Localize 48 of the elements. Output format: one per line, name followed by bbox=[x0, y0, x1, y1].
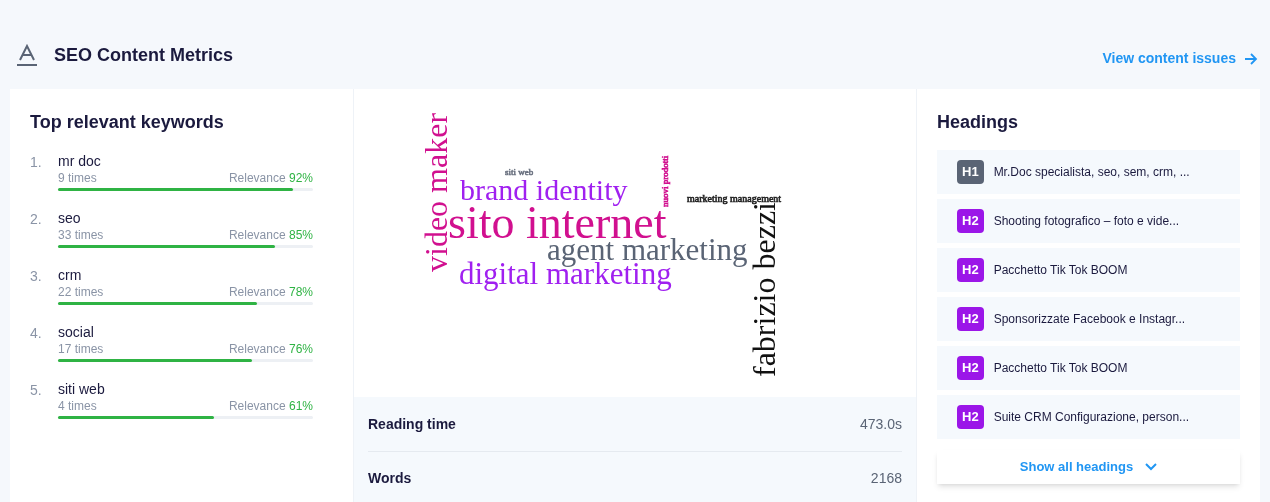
rank-number: 3. bbox=[30, 267, 43, 286]
page-title: SEO Content Metrics bbox=[54, 44, 234, 67]
keyword-text: siti web bbox=[58, 380, 106, 398]
cloud-word: fabrizio bezzi bbox=[746, 202, 782, 377]
occurrence-count: 33 times bbox=[58, 227, 104, 243]
keyword-text: social bbox=[58, 323, 95, 341]
heading-text: Mr.Doc specialista, seo, sem, crm, ... bbox=[993, 164, 1190, 181]
occurrence-count: 22 times bbox=[58, 284, 104, 300]
heading-tag: H2 bbox=[957, 258, 984, 282]
heading-tag: H2 bbox=[957, 356, 984, 380]
heading-text: Suite CRM Configurazione, person... bbox=[993, 409, 1190, 426]
chevron-down-icon bbox=[1145, 463, 1158, 471]
cloud-word: nuovi prodotti bbox=[660, 155, 670, 207]
card-title: Headings bbox=[937, 111, 1020, 134]
heading-text: Pacchetto Tik Tok BOOM bbox=[993, 360, 1128, 377]
show-all-button[interactable]: Show all headings bbox=[937, 450, 1240, 484]
heading-tag: H2 bbox=[957, 405, 984, 429]
relevance-text: Relevance 76% bbox=[228, 341, 313, 357]
cloud-word: marketing management bbox=[687, 193, 782, 204]
occurrence-count: 9 times bbox=[58, 170, 97, 186]
heading-text: Pacchetto Tik Tok BOOM bbox=[993, 262, 1128, 279]
heading-text: Shooting fotografico – foto e vide... bbox=[993, 213, 1180, 230]
heading-tag: H1 bbox=[957, 160, 984, 184]
view-issues-link[interactable]: View content issues bbox=[1102, 48, 1258, 69]
relevance-text: Relevance 61% bbox=[228, 398, 313, 414]
stat-value: 473.0s bbox=[859, 414, 902, 434]
stat-label: Words bbox=[368, 469, 412, 488]
keyword-text: seo bbox=[58, 209, 82, 227]
cloud-word: siti web bbox=[505, 167, 534, 177]
heading-tag: H2 bbox=[957, 307, 984, 331]
relevance-text: Relevance 85% bbox=[228, 227, 313, 243]
stat-value: 2168 bbox=[870, 469, 902, 488]
heading-tag: H2 bbox=[957, 209, 984, 233]
relevance-text: Relevance 78% bbox=[228, 284, 313, 300]
occurrence-count: 4 times bbox=[58, 398, 97, 414]
keyword-text: mr doc bbox=[58, 152, 102, 170]
rank-number: 5. bbox=[30, 381, 43, 400]
rank-number: 2. bbox=[30, 210, 43, 229]
rank-number: 1. bbox=[30, 153, 43, 172]
heading-text: Sponsorizzate Facebook e Instagr... bbox=[993, 311, 1186, 328]
stat-label: Reading time bbox=[368, 414, 456, 434]
keyword-text: crm bbox=[58, 266, 83, 284]
occurrence-count: 17 times bbox=[58, 341, 104, 357]
card-title: Top relevant keywords bbox=[30, 111, 225, 134]
rank-number: 4. bbox=[30, 324, 43, 343]
arrow-right-icon bbox=[1244, 51, 1258, 66]
relevance-text: Relevance 92% bbox=[228, 170, 313, 186]
text-format-icon bbox=[16, 43, 38, 68]
